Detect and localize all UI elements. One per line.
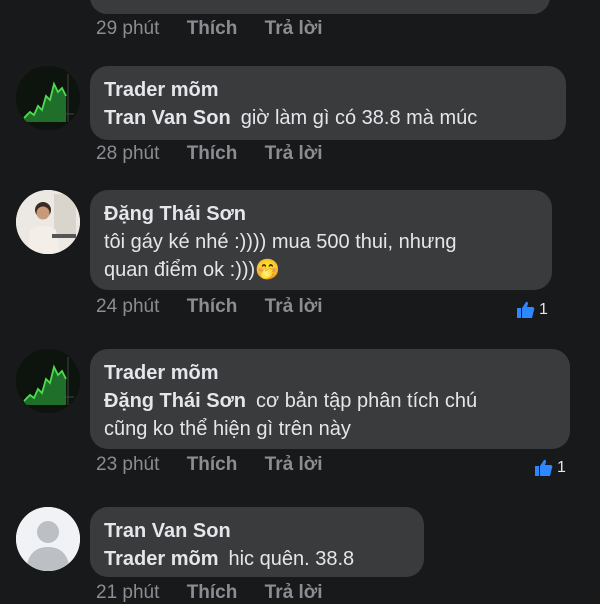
- thumbs-up-icon: [517, 301, 535, 318]
- comment-text: cơ bản tập phân tích chú: [256, 390, 478, 412]
- default-user-icon: [16, 507, 80, 571]
- comment-meta: 23 phút Thích Trả lời: [96, 454, 323, 476]
- comment-mention[interactable]: Tran Van Son: [104, 107, 231, 129]
- like-button[interactable]: Thích: [187, 296, 238, 317]
- chart-avatar[interactable]: [16, 349, 80, 413]
- chart-icon: [16, 349, 80, 413]
- chart-avatar[interactable]: [16, 66, 80, 130]
- like-button[interactable]: Thích: [187, 18, 238, 39]
- comment-author[interactable]: Trader mõm: [104, 76, 552, 104]
- reaction-number: 1: [557, 459, 566, 476]
- reply-button[interactable]: Trả lời: [265, 143, 323, 164]
- comment-meta: 24 phút Thích Trả lời: [96, 296, 323, 318]
- comment-text: quan điểm ok :))): [104, 259, 256, 281]
- comment-text: tôi gáy ké nhé :)))) mua 500 thui, nhưng: [104, 231, 457, 253]
- comment-bubble: Tran Van Son Trader mõm hic quên. 38.8: [90, 507, 424, 577]
- comment-meta: 21 phút Thích Trả lời: [96, 582, 323, 604]
- comment-bubble: Trader mõm Đặng Thái Sơn cơ bản tập phân …: [90, 349, 570, 449]
- comment-bubble: Đặng Thái Sơn tôi gáy ké nhé :)))) mua 5…: [90, 190, 552, 290]
- comment-text: cũng ko thể hiện gì trên này: [104, 418, 351, 440]
- comment-bubble: Trader mõm Tran Van Son giờ làm gì có 38.…: [90, 66, 566, 140]
- reply-button[interactable]: Trả lời: [265, 454, 323, 475]
- like-button[interactable]: Thích: [187, 143, 238, 164]
- emoji-hand-over-mouth: 🤭: [255, 259, 281, 281]
- comment-meta: 29 phút Thích Trả lời: [96, 18, 323, 40]
- comment-bubble-partial: [90, 0, 550, 14]
- comment-author[interactable]: Trader mõm: [104, 359, 556, 387]
- person-icon: [16, 190, 80, 254]
- thumbs-up-icon: [535, 459, 553, 476]
- comment-text: hic quên. 38.8: [228, 548, 355, 570]
- reaction-count[interactable]: 1: [516, 300, 548, 320]
- comment-author[interactable]: Tran Van Son: [104, 517, 410, 545]
- comment-author[interactable]: Đặng Thái Sơn: [104, 200, 538, 228]
- comment-meta: 28 phút Thích Trả lời: [96, 143, 323, 165]
- reply-button[interactable]: Trả lời: [265, 18, 323, 39]
- like-button[interactable]: Thích: [187, 454, 238, 475]
- comment-mention[interactable]: Đặng Thái Sơn: [104, 390, 246, 412]
- reaction-number: 1: [539, 301, 548, 318]
- comment-time: 29 phút: [96, 18, 160, 39]
- comment-time: 28 phút: [96, 143, 160, 164]
- reaction-count[interactable]: 1: [534, 458, 566, 478]
- comment-time: 23 phút: [96, 454, 160, 475]
- default-avatar[interactable]: [16, 507, 80, 571]
- comment-text: giờ làm gì có 38.8 mà múc: [240, 107, 478, 129]
- comment-mention[interactable]: Trader mõm: [104, 548, 218, 570]
- person-avatar[interactable]: [16, 190, 80, 254]
- comment-time: 24 phút: [96, 296, 160, 317]
- chart-icon: [16, 66, 80, 130]
- reply-button[interactable]: Trả lời: [265, 296, 323, 317]
